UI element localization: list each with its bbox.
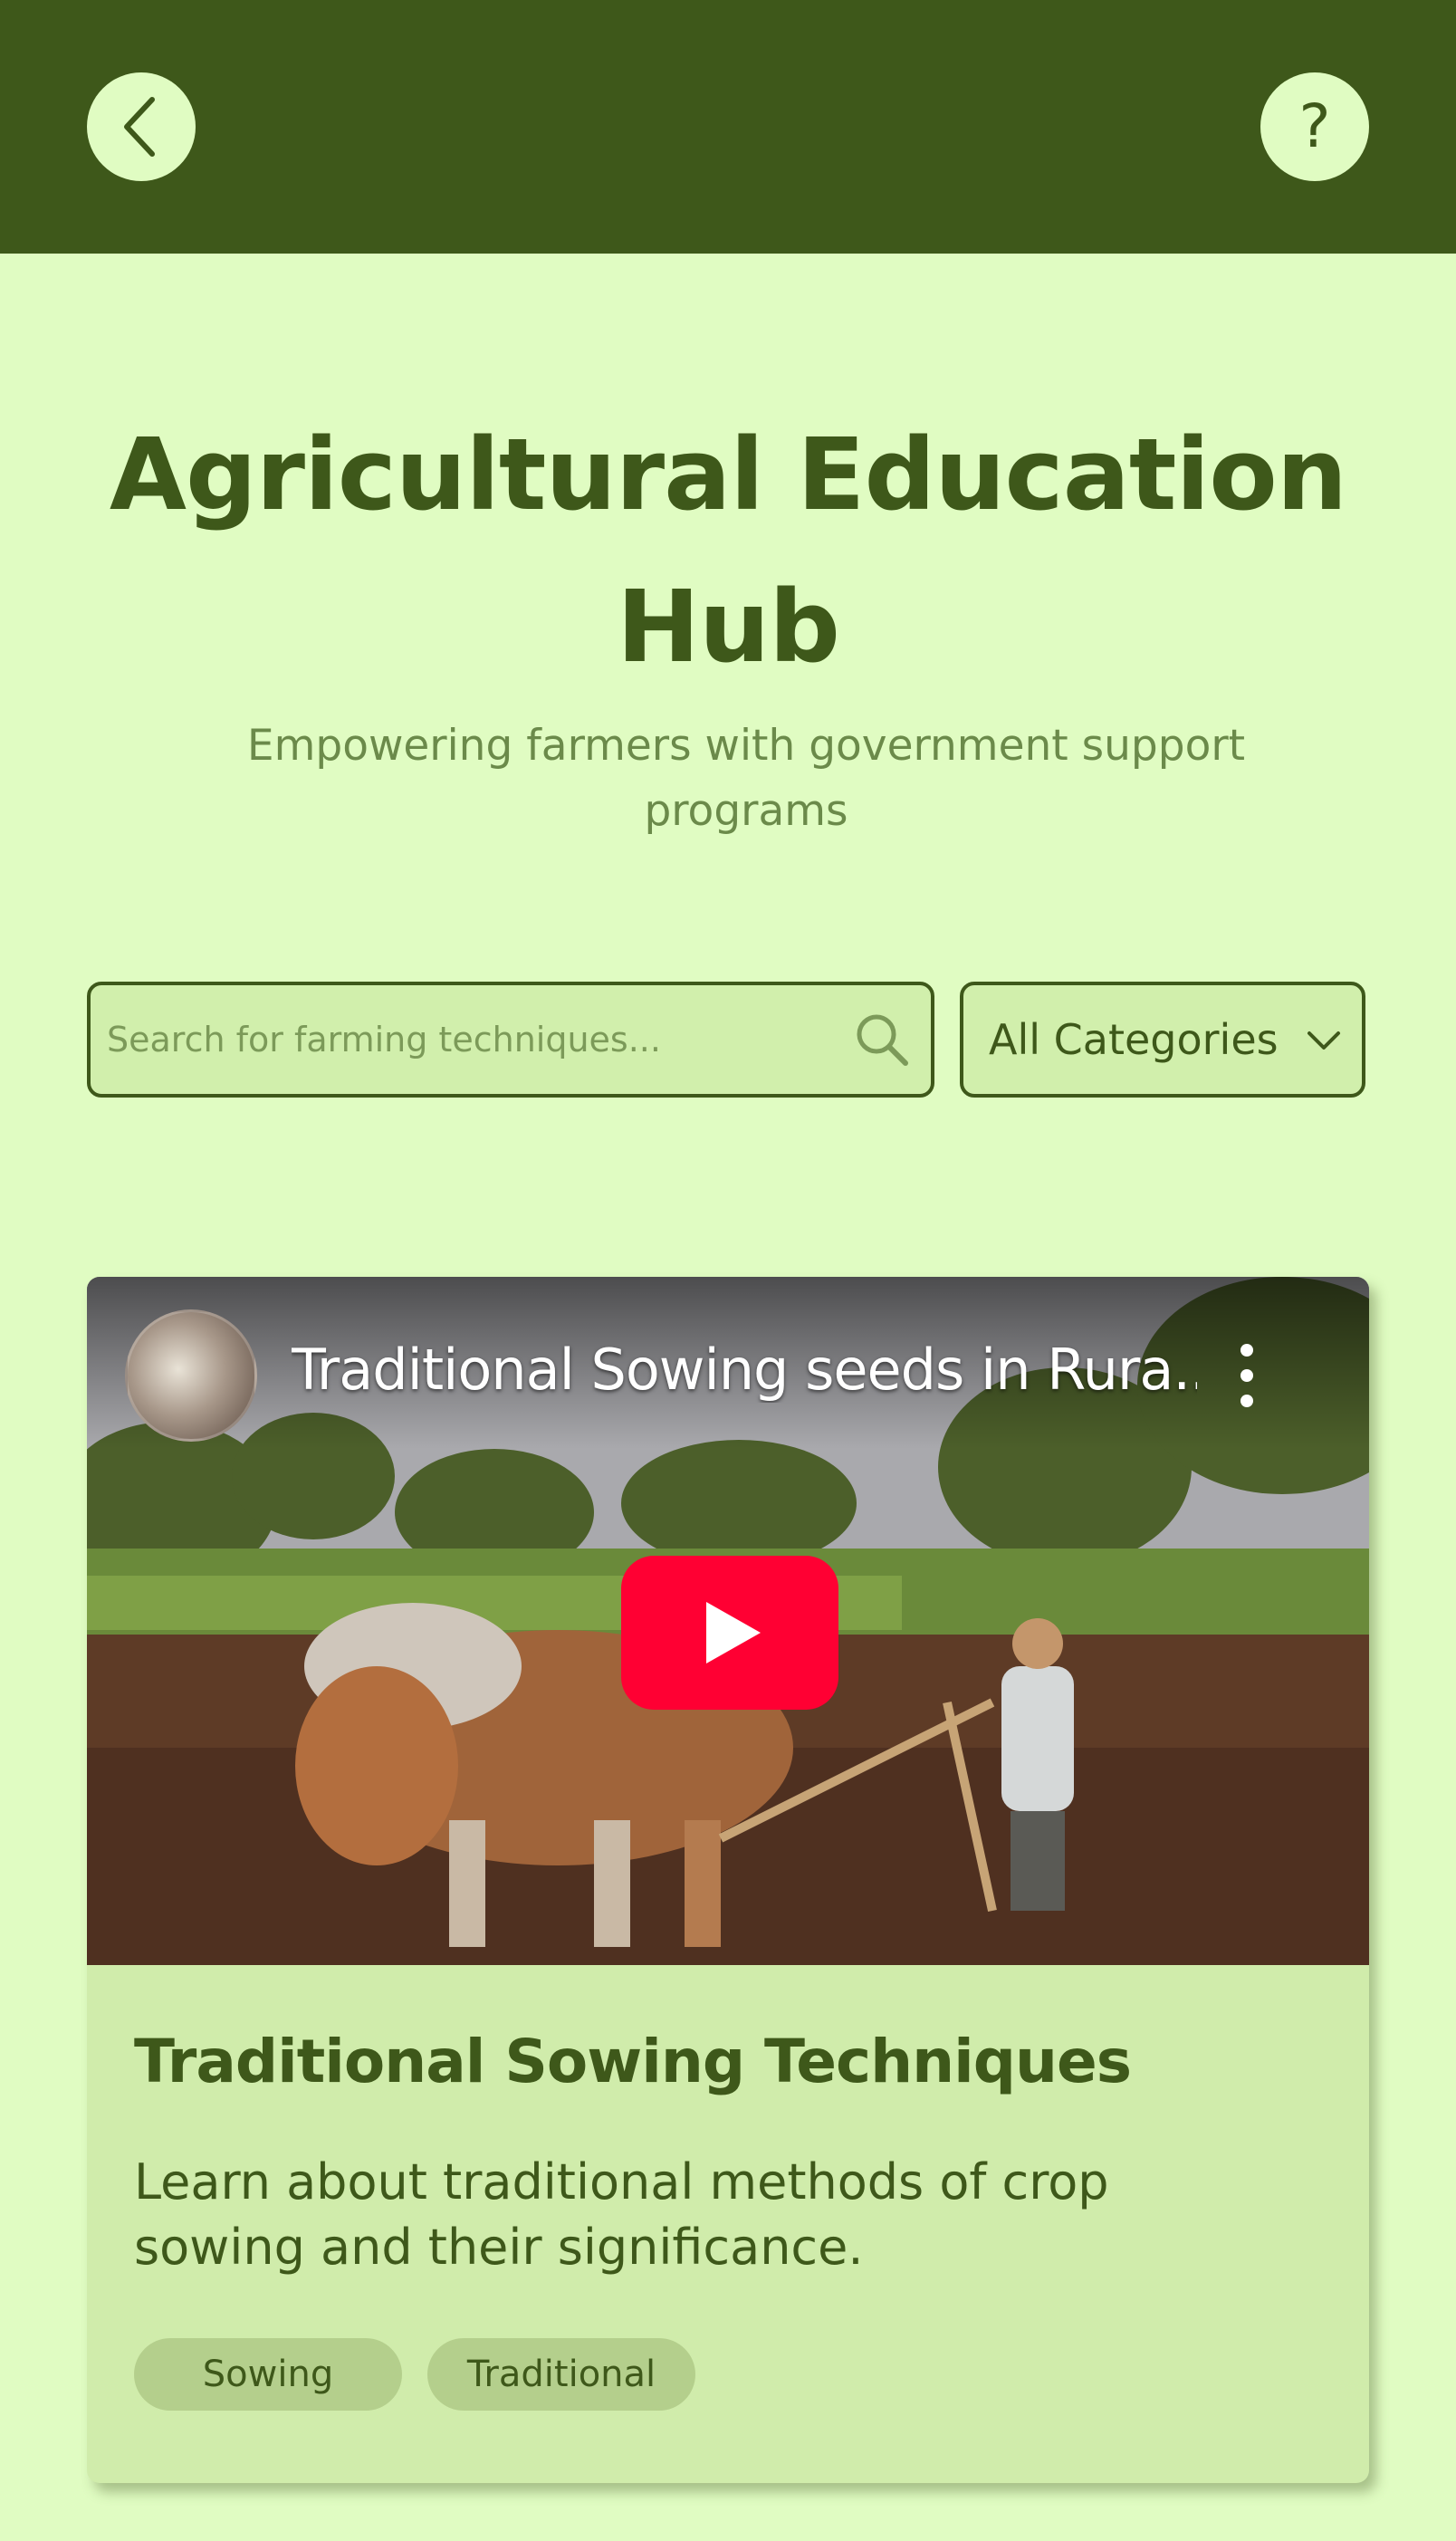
tag-sowing[interactable]: Sowing <box>134 2338 402 2411</box>
channel-avatar[interactable] <box>125 1309 257 1442</box>
top-header: ? <box>0 0 1456 254</box>
chevron-down-icon <box>1308 1031 1340 1050</box>
play-button[interactable] <box>621 1556 838 1710</box>
category-dropdown[interactable]: All Categories <box>960 982 1365 1098</box>
search-icon[interactable] <box>851 1009 913 1070</box>
search-bar <box>87 982 934 1098</box>
help-button[interactable]: ? <box>1260 72 1369 181</box>
video-player[interactable]: Traditional Sowing seeds in Rura... <box>87 1277 1369 1965</box>
card-title: Traditional Sowing Techniques <box>134 2027 1132 2096</box>
search-input[interactable] <box>107 1020 851 1060</box>
lesson-card: Traditional Sowing seeds in Rura... Trad… <box>87 1277 1369 2483</box>
tag-list: Sowing Traditional <box>134 2338 695 2411</box>
page-subtitle: Empowering farmers with government suppo… <box>246 721 1246 836</box>
tag-traditional[interactable]: Traditional <box>427 2338 695 2411</box>
page-title: Agricultural Education Hub <box>109 417 1347 685</box>
chevron-left-icon <box>124 97 155 157</box>
question-mark-icon: ? <box>1298 91 1331 161</box>
back-button[interactable] <box>87 72 196 181</box>
card-description: Learn about traditional methods of crop … <box>134 2153 1109 2276</box>
category-dropdown-label: All Categories <box>989 1015 1279 1064</box>
play-icon <box>706 1602 761 1664</box>
more-vertical-icon[interactable] <box>1233 1344 1260 1407</box>
video-title[interactable]: Traditional Sowing seeds in Rura... <box>292 1337 1197 1403</box>
